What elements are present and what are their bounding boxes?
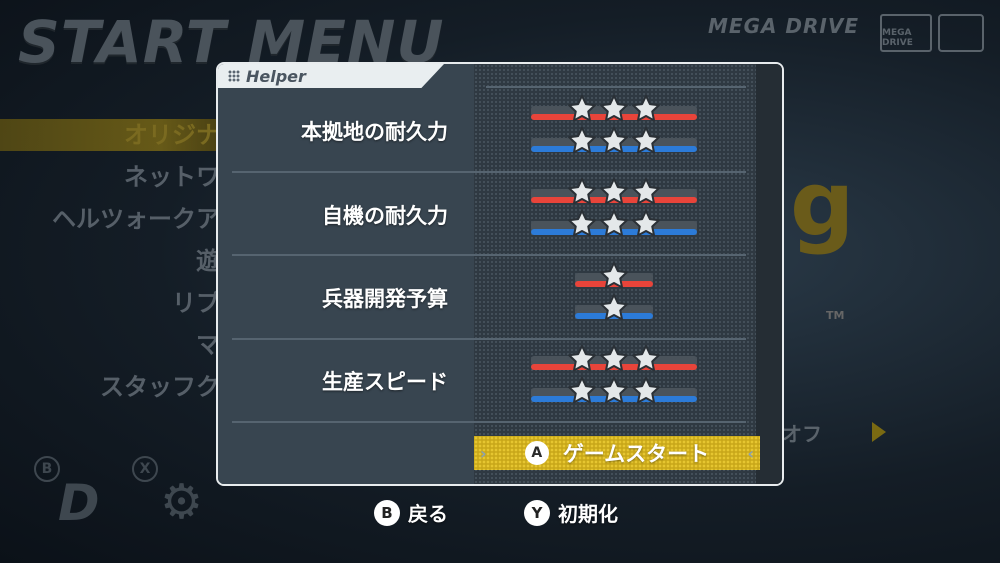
star-icon xyxy=(631,344,661,374)
y-button-icon: Y xyxy=(524,499,550,526)
b-button-icon: B xyxy=(374,499,400,526)
back-label: 戻る xyxy=(408,502,448,526)
game-logo: g TM xyxy=(790,160,920,380)
b-button-icon: B xyxy=(34,456,60,482)
a-button-icon: A xyxy=(524,441,549,465)
row-divider xyxy=(232,171,746,173)
game-start-label: ゲームスタート xyxy=(562,442,710,466)
star-icon xyxy=(631,126,661,156)
star-icon xyxy=(599,94,629,124)
helper-dialog: Helper 本拠地の耐久力 自機の耐久力 兵器開発予算 生産スピード › A … xyxy=(216,62,784,486)
star-icon xyxy=(599,177,629,207)
red-team-stars[interactable] xyxy=(566,177,662,207)
setting-label-ship-durability[interactable]: 自機の耐久力 xyxy=(218,200,448,230)
game-start-button[interactable]: › A ゲームスタート ‹ xyxy=(474,436,760,470)
menu-item[interactable]: リプ xyxy=(52,286,220,328)
blue-team-stars[interactable] xyxy=(566,126,662,156)
back-hint[interactable]: B 戻る xyxy=(374,498,448,527)
background-menu: オリジナ ネットワ ヘルツォークア 遊 リプ マ スタッフク xyxy=(52,118,220,412)
star-icon xyxy=(567,177,597,207)
star-icon xyxy=(599,261,629,291)
reset-hint[interactable]: Y 初期化 xyxy=(524,498,618,527)
red-team-stars[interactable] xyxy=(566,344,662,374)
mega-drive-brand: MEGA DRIVE xyxy=(708,14,860,38)
helper-tab: Helper xyxy=(218,64,444,88)
menu-item[interactable]: オリジナ xyxy=(52,118,220,160)
star-icon xyxy=(599,376,629,406)
row-divider xyxy=(232,338,746,340)
scroll-track xyxy=(756,64,782,484)
option-text: オフ xyxy=(782,422,822,446)
grid-icon xyxy=(228,70,240,82)
star-icon xyxy=(567,376,597,406)
row-divider xyxy=(232,254,746,256)
option-arrow-icon[interactable] xyxy=(872,422,886,442)
setting-label-weapon-budget[interactable]: 兵器開発予算 xyxy=(218,283,448,313)
star-icon xyxy=(631,376,661,406)
menu-item[interactable]: ネットワ xyxy=(52,160,220,202)
red-team-stars[interactable] xyxy=(598,261,630,291)
helper-tab-label: Helper xyxy=(246,66,306,86)
d-logo-icon[interactable]: D xyxy=(58,478,100,528)
blue-team-stars[interactable] xyxy=(566,376,662,406)
blue-team-stars[interactable] xyxy=(566,209,662,239)
row-divider xyxy=(486,86,746,88)
star-icon xyxy=(567,94,597,124)
star-icon xyxy=(599,344,629,374)
gear-icon[interactable]: ⚙ xyxy=(160,478,203,526)
star-icon xyxy=(599,126,629,156)
star-icon xyxy=(631,94,661,124)
x-button-icon: X xyxy=(132,456,158,482)
star-icon xyxy=(631,177,661,207)
mega-drive-logo-text: MEGA DRIVE xyxy=(882,28,913,48)
blue-team-stars[interactable] xyxy=(598,293,630,323)
star-icon xyxy=(599,293,629,323)
menu-item[interactable]: ヘルツォークア xyxy=(52,202,220,244)
star-icon xyxy=(567,344,597,374)
trademark: TM xyxy=(826,309,845,322)
chevron-left-icon: › xyxy=(480,444,487,463)
menu-item[interactable]: マ xyxy=(52,328,220,370)
menu-item[interactable]: 遊 xyxy=(52,244,220,286)
red-team-stars[interactable] xyxy=(566,94,662,124)
row-divider xyxy=(232,421,746,423)
star-icon xyxy=(599,209,629,239)
mega-drive-logo: MEGA DRIVE xyxy=(880,14,932,52)
reset-label: 初期化 xyxy=(558,502,618,526)
star-icon xyxy=(567,126,597,156)
chevron-right-icon: ‹ xyxy=(747,444,754,463)
star-icon xyxy=(567,209,597,239)
menu-item[interactable]: スタッフク xyxy=(52,370,220,412)
game-logo-text: g xyxy=(790,152,855,257)
star-icon xyxy=(631,209,661,239)
setting-label-production-speed[interactable]: 生産スピード xyxy=(218,366,448,396)
setting-label-base-durability[interactable]: 本拠地の耐久力 xyxy=(218,116,448,146)
anniversary-logo xyxy=(938,14,984,52)
